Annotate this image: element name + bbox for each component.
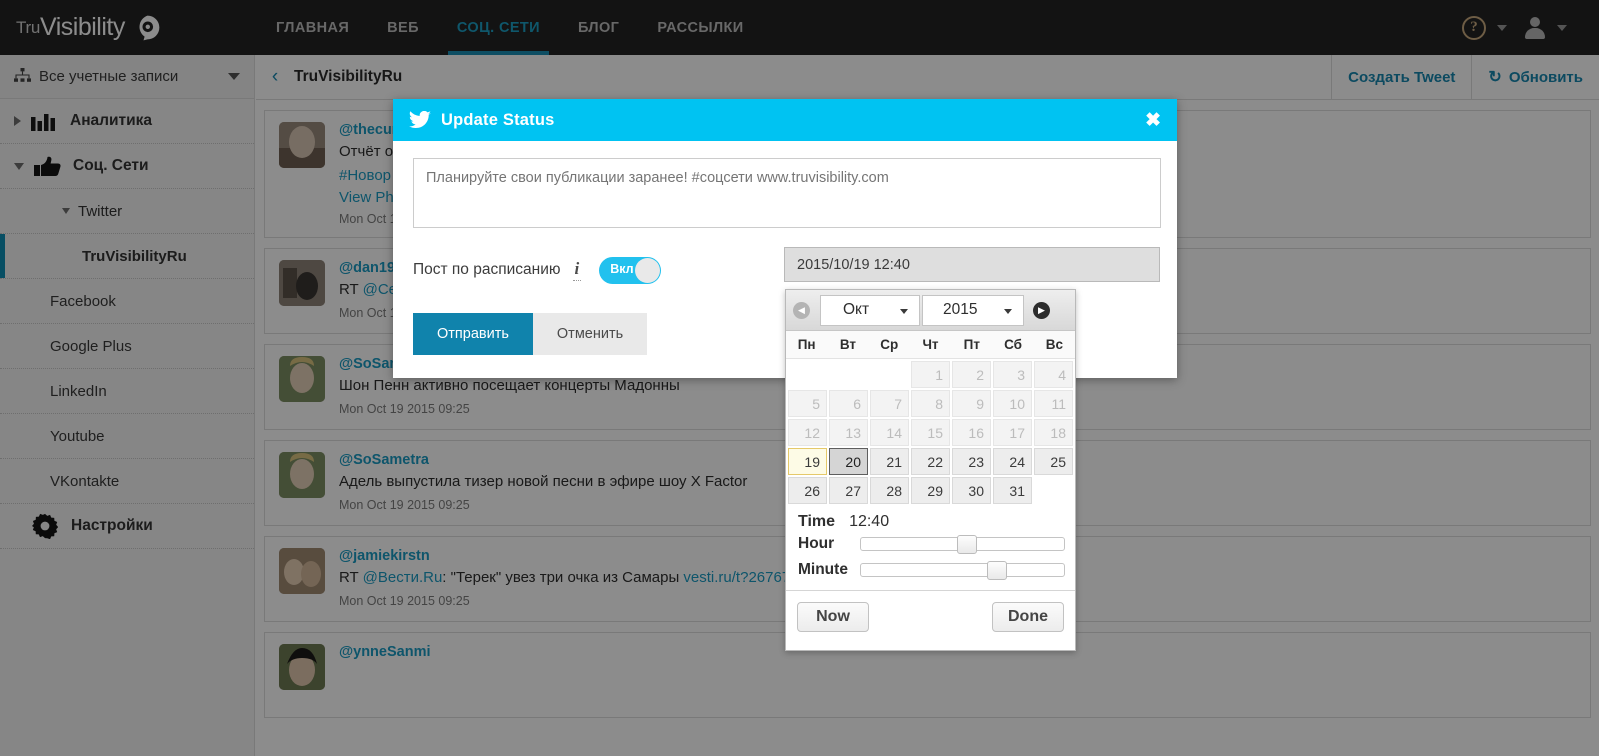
submit-button[interactable]: Отправить [413,313,533,355]
day-of-week-6: Вс [1045,337,1063,352]
month-select[interactable]: Окт [820,294,920,326]
calendar-day-12: 12 [788,419,827,446]
minute-slider-row: Minute [786,559,1075,580]
minute-slider-handle[interactable] [987,561,1007,580]
calendar-day-8: 8 [911,390,950,417]
app-root: Tru Visibility ГЛАВНАЯ ВЕБ СОЦ. СЕТИ БЛОГ… [0,0,1599,756]
chevron-left-circle-icon[interactable]: ◀ [793,301,810,319]
month-select-value: Окт [843,301,870,318]
calendar-day-20[interactable]: 20 [829,448,868,475]
minute-slider[interactable] [860,561,1065,580]
hour-slider[interactable] [860,535,1065,554]
time-row: Time 12:40 [786,505,1075,533]
schedule-toggle-label: Вкл [610,261,634,276]
minute-label: Minute [798,561,848,578]
calendar-day-10: 10 [993,390,1032,417]
calendar-day-25[interactable]: 25 [1034,448,1073,475]
calendar-blank-cell [829,361,868,388]
calendar-day-30[interactable]: 30 [952,477,991,504]
calendar-day-13: 13 [829,419,868,446]
day-of-week-header: Пн Вт Ср Чт Пт Сб Вс [786,331,1075,359]
hour-label: Hour [798,535,835,552]
datetime-picker: ◀ Окт 2015 ▶ Пн Вт Ср Чт Пт Сб Вс 1 2 3 4 5 6 7 8 9 10 1… [785,289,1076,651]
schedule-toggle[interactable]: Вкл [599,256,662,284]
calendar-day-24[interactable]: 24 [993,448,1032,475]
calendar-day-6: 6 [829,390,868,417]
info-icon[interactable]: i [572,259,582,281]
calendar-day-4: 4 [1034,361,1073,388]
toggle-knob [635,257,661,283]
day-of-week-3: Чт [922,337,939,352]
dialog-title: Update Status [441,110,555,129]
hour-slider-row: Hour [786,533,1075,554]
day-of-week-1: Вт [839,337,857,352]
day-of-week-4: Пт [963,337,980,352]
day-of-week-0: Пн [797,337,816,352]
datepicker-header: ◀ Окт 2015 ▶ [786,290,1075,331]
year-select-value: 2015 [943,301,978,318]
time-value: 12:40 [849,513,890,530]
calendar-day-26[interactable]: 26 [788,477,827,504]
calendar-day-7: 7 [870,390,909,417]
calendar-day-31[interactable]: 31 [993,477,1032,504]
day-of-week-5: Сб [1004,337,1023,352]
day-of-week-2: Ср [880,337,899,352]
calendar-day-14: 14 [870,419,909,446]
hour-slider-handle[interactable] [956,535,977,554]
calendar-day-3: 3 [993,361,1032,388]
calendar-day-27[interactable]: 27 [829,477,868,504]
calendar-day-29[interactable]: 29 [911,477,950,504]
calendar-day-19[interactable]: 19 [788,448,827,475]
calendar-day-1: 1 [911,361,950,388]
calendar-day-22[interactable]: 22 [911,448,950,475]
dialog-header: Update Status ✖ [393,99,1177,141]
cancel-button[interactable]: Отменить [532,313,648,355]
calendar-day-11: 11 [1034,390,1073,417]
calendar-blank-cell [788,361,827,388]
calendar-day-23[interactable]: 23 [952,448,991,475]
datepicker-footer: Now Done [786,590,1075,632]
year-select[interactable]: 2015 [922,294,1024,326]
close-icon[interactable]: ✖ [1145,111,1161,130]
calendar-day-16: 16 [952,419,991,446]
calendar-blank-cell [870,361,909,388]
calendar-day-15: 15 [911,419,950,446]
time-label: Time [798,513,836,530]
compose-textarea[interactable] [413,158,1161,228]
chevron-right-circle-icon[interactable]: ▶ [1033,301,1050,319]
calendar-grid: 1 2 3 4 5 6 7 8 9 10 11 12 13 14 15 16 17 18 19 20 21 22 23 24 2… [786,359,1075,505]
done-button[interactable]: Done [992,602,1064,632]
calendar-day-5: 5 [788,390,827,417]
now-button[interactable]: Now [797,602,869,632]
schedule-datetime-input[interactable]: 2015/10/19 12:40 [784,247,1160,282]
calendar-day-2: 2 [952,361,991,388]
twitter-bird-icon [409,110,431,129]
schedule-label: Пост по расписанию [413,261,561,278]
calendar-day-17: 17 [993,419,1032,446]
calendar-day-21[interactable]: 21 [870,448,909,475]
calendar-day-9: 9 [952,390,991,417]
calendar-day-18: 18 [1034,419,1073,446]
year-chevron-down-icon [1004,308,1012,314]
calendar-day-28[interactable]: 28 [870,477,909,504]
month-chevron-down-icon [900,308,908,314]
